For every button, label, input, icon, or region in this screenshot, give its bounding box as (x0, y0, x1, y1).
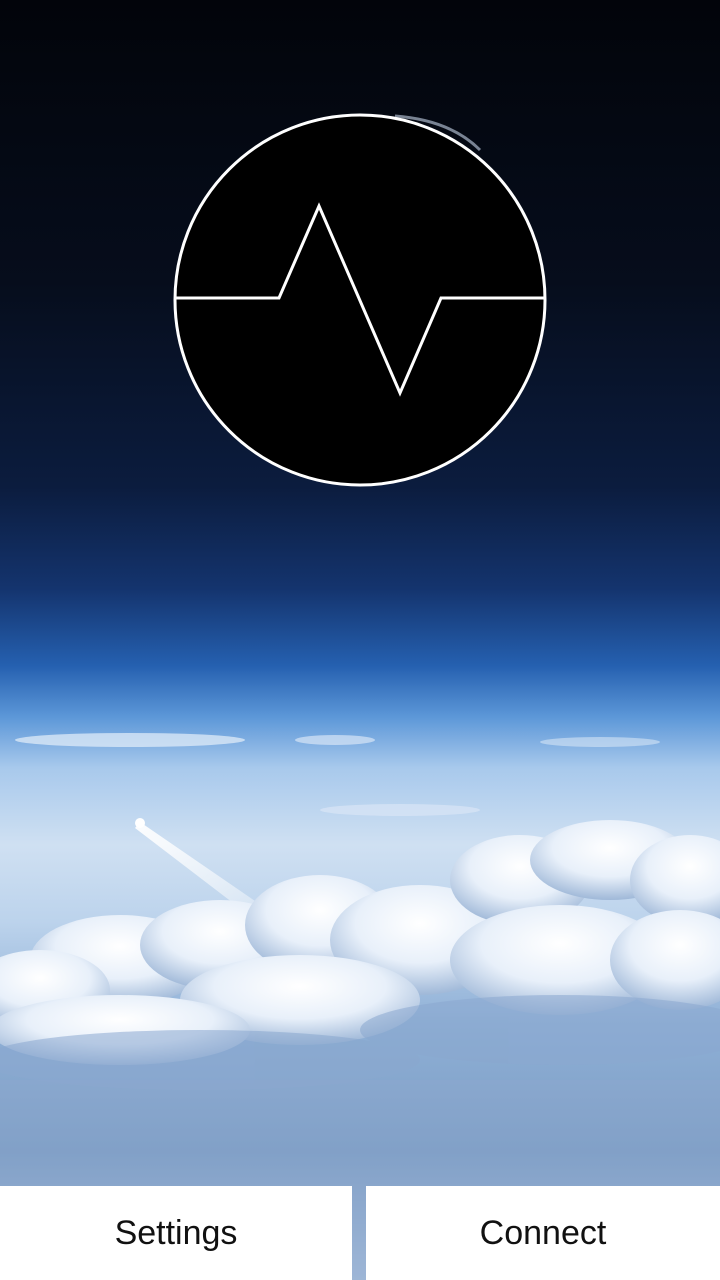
settings-button[interactable]: Settings (0, 1186, 352, 1280)
heartbeat-pulse-icon (173, 113, 547, 487)
connect-button[interactable]: Connect (366, 1186, 720, 1280)
app-screen: Settings Connect (0, 0, 720, 1280)
bottom-action-bar: Settings Connect (0, 1186, 720, 1280)
